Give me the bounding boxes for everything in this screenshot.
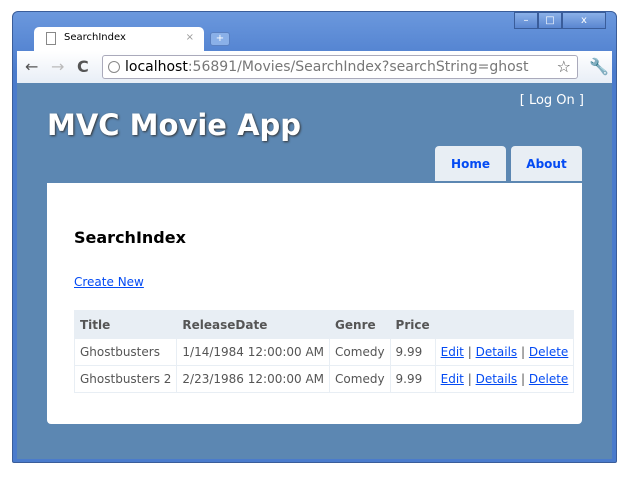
cell-date: 2/23/1986 12:00:00 AM bbox=[176, 365, 331, 393]
cell-actions: Edit | Details | Delete bbox=[434, 338, 575, 366]
details-link[interactable]: Details bbox=[476, 372, 518, 386]
table-row: Ghostbusters 2 2/23/1986 12:00:00 AM Com… bbox=[73, 365, 575, 393]
cell-genre: Comedy bbox=[329, 338, 391, 366]
star-icon[interactable]: ☆ bbox=[557, 57, 571, 76]
back-icon[interactable]: ← bbox=[25, 57, 38, 76]
main-content: SearchIndex Create New Title ReleaseDate… bbox=[47, 183, 582, 424]
menu-about[interactable]: About bbox=[511, 146, 582, 181]
column-header: Genre bbox=[329, 310, 391, 339]
column-header bbox=[434, 310, 575, 339]
close-window-button[interactable]: x bbox=[562, 12, 606, 29]
page-icon bbox=[46, 32, 56, 45]
page-title: SearchIndex bbox=[74, 228, 186, 247]
browser-window: – □ x SearchIndex × + ← → C localhost:568… bbox=[12, 11, 617, 463]
new-tab-button[interactable]: + bbox=[210, 32, 230, 46]
column-header: Title bbox=[73, 310, 178, 339]
details-link[interactable]: Details bbox=[476, 345, 518, 359]
close-tab-icon[interactable]: × bbox=[186, 32, 194, 43]
address-bar[interactable]: localhost:56891/Movies/SearchIndex?searc… bbox=[102, 55, 578, 79]
tab-title: SearchIndex bbox=[64, 32, 126, 43]
table-row: Ghostbusters 1/14/1984 12:00:00 AM Comed… bbox=[73, 338, 575, 366]
cell-date: 1/14/1984 12:00:00 AM bbox=[176, 338, 331, 366]
cell-title: Ghostbusters bbox=[73, 338, 178, 366]
delete-link[interactable]: Delete bbox=[529, 345, 568, 359]
table-header: Title ReleaseDate Genre Price bbox=[73, 310, 575, 339]
page-content: [ Log On ] MVC Movie App Home About Sear… bbox=[17, 83, 612, 459]
edit-link[interactable]: Edit bbox=[441, 345, 464, 359]
url-path: :56891/Movies/SearchIndex?searchString=g… bbox=[187, 59, 529, 75]
separator: | bbox=[521, 345, 526, 359]
forward-icon[interactable]: → bbox=[51, 57, 64, 76]
column-header: Price bbox=[389, 310, 436, 339]
cell-actions: Edit | Details | Delete bbox=[434, 365, 575, 393]
browser-tab[interactable]: SearchIndex × bbox=[34, 27, 204, 51]
maximize-button[interactable]: □ bbox=[538, 12, 562, 29]
bracket: [ bbox=[519, 93, 529, 108]
column-header: ReleaseDate bbox=[176, 310, 331, 339]
logon-link[interactable]: Log On bbox=[529, 93, 575, 108]
menu-home[interactable]: Home bbox=[435, 146, 506, 181]
cell-genre: Comedy bbox=[329, 365, 391, 393]
separator: | bbox=[467, 372, 472, 386]
separator: | bbox=[467, 345, 472, 359]
cell-price: 9.99 bbox=[389, 338, 436, 366]
logon-area: [ Log On ] bbox=[520, 93, 584, 108]
delete-link[interactable]: Delete bbox=[529, 372, 568, 386]
cell-price: 9.99 bbox=[389, 365, 436, 393]
minimize-button[interactable]: – bbox=[514, 12, 538, 29]
separator: | bbox=[521, 372, 526, 386]
reload-icon[interactable]: C bbox=[77, 57, 89, 76]
site-title: MVC Movie App bbox=[47, 108, 302, 142]
toolbar: ← → C localhost:56891/Movies/SearchIndex… bbox=[17, 51, 612, 83]
globe-icon bbox=[108, 61, 120, 73]
url-host: localhost bbox=[125, 59, 188, 75]
cell-title: Ghostbusters 2 bbox=[73, 365, 178, 393]
create-new-link[interactable]: Create New bbox=[74, 275, 144, 289]
movies-table: Title ReleaseDate Genre Price Ghostbuste… bbox=[73, 310, 575, 393]
bracket: ] bbox=[574, 93, 584, 108]
wrench-icon[interactable]: 🔧 bbox=[589, 57, 609, 76]
edit-link[interactable]: Edit bbox=[441, 372, 464, 386]
